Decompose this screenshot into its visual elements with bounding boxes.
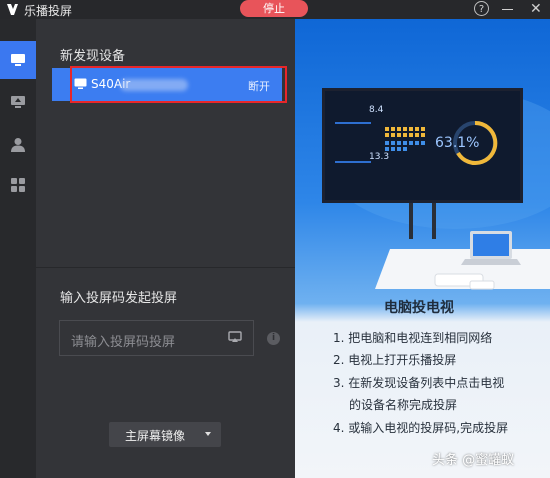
promo-step-continued: 的设备名称完成投屏 bbox=[349, 398, 458, 412]
apps-grid-icon bbox=[11, 178, 25, 192]
tv-stat-1: 8.4 bbox=[369, 105, 384, 115]
promo-step: 4. 或输入电视的投屏码,完成投屏 bbox=[333, 421, 509, 435]
annotation-highlight-box bbox=[70, 66, 287, 103]
chevron-down-icon bbox=[205, 432, 211, 436]
sidebar-item-apps[interactable] bbox=[0, 166, 36, 204]
info-icon[interactable]: i bbox=[267, 332, 280, 345]
watermark: 头条 @蜜罐蚁 bbox=[432, 453, 515, 468]
sidebar-item-cast[interactable] bbox=[0, 41, 36, 79]
cast-icon[interactable] bbox=[228, 331, 242, 344]
app-title: 乐播投屏 bbox=[24, 4, 73, 18]
app-window: 乐播投屏 停止 ? ✕ 新发现设备 S40Air 断开 输入投屏码发起投屏 请输… bbox=[0, 0, 550, 478]
promo-step: 3. 在新发现设备列表中点击电视 bbox=[333, 376, 505, 390]
close-icon[interactable]: ✕ bbox=[530, 2, 542, 16]
devices-section-title: 新发现设备 bbox=[60, 49, 126, 64]
promo-step: 2. 电视上打开乐播投屏 bbox=[333, 353, 457, 367]
monitor-icon bbox=[11, 54, 25, 66]
tv-stat-percent: 63.1% bbox=[435, 135, 480, 151]
promo-step: 1. 把电脑和电视连到相同网络 bbox=[333, 331, 493, 345]
help-icon[interactable]: ? bbox=[474, 1, 489, 16]
cast-code-placeholder: 请输入投屏码投屏 bbox=[71, 335, 176, 350]
stop-button[interactable]: 停止 bbox=[240, 0, 308, 17]
section-divider bbox=[36, 267, 295, 268]
sidebar bbox=[0, 19, 36, 478]
title-bar: 乐播投屏 停止 ? ✕ bbox=[0, 0, 550, 19]
screen-upload-icon bbox=[11, 96, 25, 108]
minimize-icon[interactable] bbox=[502, 9, 513, 10]
sidebar-item-receive[interactable] bbox=[0, 83, 36, 121]
promo-title: 电脑投电视 bbox=[384, 300, 454, 316]
tv-stat-2: 13.3 bbox=[369, 152, 390, 162]
app-logo-icon bbox=[7, 4, 18, 15]
sidebar-item-account[interactable] bbox=[0, 125, 36, 163]
user-icon bbox=[11, 137, 25, 152]
mirror-mode-label: 主屏幕镜像 bbox=[125, 429, 186, 443]
code-section-title: 输入投屏码发起投屏 bbox=[60, 291, 178, 306]
